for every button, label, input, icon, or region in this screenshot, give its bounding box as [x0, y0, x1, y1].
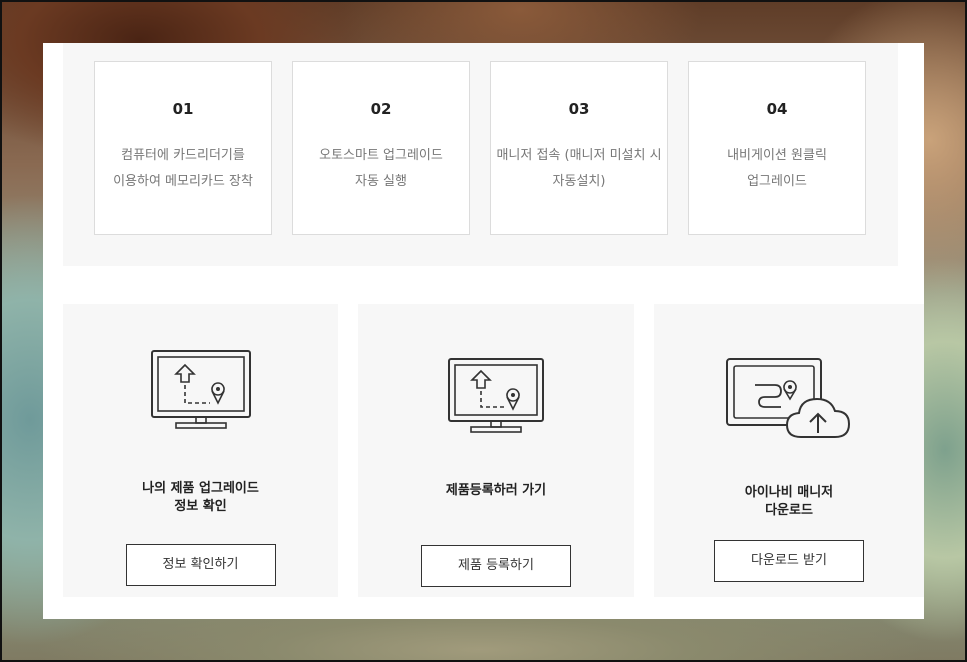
step-number: 04 [766, 100, 788, 118]
card-title: 나의 제품 업그레이드 정보 확인 [142, 481, 259, 514]
step-description: 컴퓨터에 카드리더기를 이용하여 메모리카드 장착 [113, 148, 253, 189]
card-title: 제품등록하러 가기 [445, 483, 547, 498]
product-register-card: 제품등록하러 가기 제품 등록하기 [358, 304, 634, 597]
check-info-button[interactable]: 정보 확인하기 [125, 544, 276, 586]
monitor-route-icon [448, 358, 544, 433]
step-description: 매니저 접속 (매니저 미설치 시 자동설치) [496, 148, 662, 189]
manager-download-card: 아이나비 매니저 다운로드 다운로드 받기 [654, 304, 924, 597]
step-card: 03 매니저 접속 (매니저 미설치 시 자동설치) [490, 61, 668, 235]
step-number: 01 [172, 100, 194, 118]
upgrade-steps: 01 컴퓨터에 카드리더기를 이용하여 메모리카드 장착 02 오토스마트 업그… [63, 43, 898, 266]
step-description: 오토스마트 업그레이드 자동 실행 [319, 148, 443, 189]
download-manager-button[interactable]: 다운로드 받기 [714, 540, 864, 582]
card-title: 아이나비 매니저 다운로드 [744, 485, 834, 518]
monitor-map-icon [150, 350, 251, 429]
step-card: 02 오토스마트 업그레이드 자동 실행 [292, 61, 470, 235]
content-panel: 01 컴퓨터에 카드리더기를 이용하여 메모리카드 장착 02 오토스마트 업그… [43, 43, 924, 619]
step-number: 03 [568, 100, 590, 118]
step-number: 02 [370, 100, 392, 118]
step-card: 01 컴퓨터에 카드리더기를 이용하여 메모리카드 장착 [94, 61, 272, 235]
step-card: 04 내비게이션 원클릭 업그레이드 [688, 61, 866, 235]
cloud-upload-icon [726, 358, 851, 438]
upgrade-info-card: 나의 제품 업그레이드 정보 확인 정보 확인하기 [63, 304, 338, 597]
step-description: 내비게이션 원클릭 업그레이드 [727, 148, 827, 189]
register-product-button[interactable]: 제품 등록하기 [421, 545, 571, 587]
